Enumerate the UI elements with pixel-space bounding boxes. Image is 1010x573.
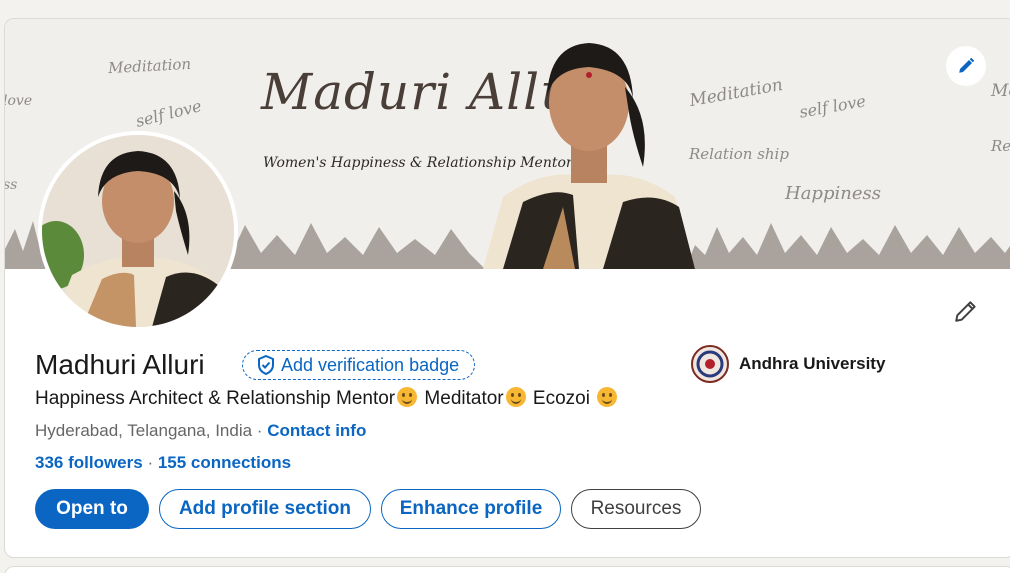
profile-name: Madhuri Alluri [35,349,205,380]
smiling-emoji-icon [505,387,526,407]
location-text: Hyderabad, Telangana, India [35,421,253,440]
smiling-emoji-icon [397,387,418,407]
banner-word: love [5,93,33,109]
contact-info-link[interactable]: Contact info [267,421,366,440]
resources-button[interactable]: Resources [571,489,701,529]
profile-headline: Happiness Architect & Relationship Mento… [35,387,619,410]
banner-word: Me [991,81,1010,101]
headline-text: Meditator [419,388,504,409]
smiling-emoji-icon [597,387,618,407]
profile-location: Hyderabad, Telangana, India · Contact in… [35,421,366,441]
banner-word: ss [5,177,18,193]
banner-word: self love [133,96,204,131]
connections-link[interactable]: 155 connections [158,453,291,472]
followers-link[interactable]: 336 followers [35,453,143,472]
separator: · [142,453,158,472]
verification-label: Add verification badge [281,354,460,375]
edit-intro-button[interactable] [950,295,982,327]
banner-word: Re [991,137,1010,155]
pencil-icon [959,57,975,73]
add-verification-badge-button[interactable]: Add verification badge [242,350,476,380]
edit-banner-button[interactable] [946,46,986,86]
university-logo-icon [691,345,729,383]
banner-word: Meditation [687,74,785,112]
headline-text: Ecozoi [527,388,596,409]
next-section-card [4,566,1010,573]
education-item[interactable]: Andhra University [691,345,885,383]
banner-word: self love [797,91,868,122]
shield-check-icon [258,355,274,375]
pencil-icon [955,301,976,322]
banner-portrait-image [483,43,695,269]
network-stats: 336 followers · 155 connections [35,453,291,473]
profile-avatar[interactable] [38,131,238,331]
profile-card: Meditation self love love ss Meditation … [4,18,1010,558]
enhance-profile-button[interactable]: Enhance profile [381,489,561,529]
headline-text: Happiness Architect & Relationship Mento… [35,388,396,409]
education-school-name: Andhra University [739,354,886,373]
banner-word: Happiness [785,183,881,204]
open-to-button[interactable]: Open to [35,489,149,529]
banner-word: Relation ship [689,145,789,163]
separator: · [252,421,268,440]
banner-word: Meditation [107,54,192,78]
add-profile-section-button[interactable]: Add profile section [159,489,371,529]
avatar-photo [42,135,234,327]
